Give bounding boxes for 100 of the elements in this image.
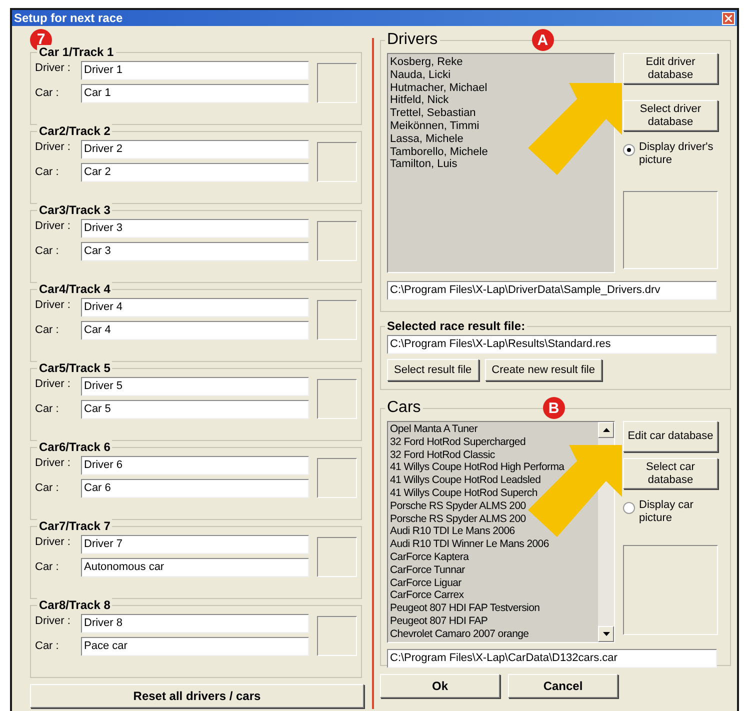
radio-button[interactable] bbox=[623, 502, 635, 514]
annotation-badge: B bbox=[542, 397, 565, 419]
button[interactable]: Reset all drivers / cars bbox=[30, 684, 364, 708]
text-field[interactable]: Car 3 bbox=[81, 242, 309, 261]
text-field[interactable]: Driver 8 bbox=[81, 614, 309, 633]
button[interactable]: Cancel bbox=[508, 674, 618, 698]
list-item[interactable]: 32 Ford HotRod Supercharged bbox=[390, 436, 526, 449]
picture-frame bbox=[317, 458, 357, 498]
field-label: Car : bbox=[35, 402, 60, 416]
text-field[interactable]: C:\Program Files\X-Lap\CarData\D132cars.car bbox=[387, 649, 717, 668]
list-item[interactable]: 41 Willys Coupe HotRod Leadsled bbox=[390, 474, 541, 487]
text-field[interactable]: Driver 3 bbox=[81, 219, 309, 238]
list-item[interactable]: Hitfeld, Nick bbox=[390, 94, 449, 108]
text-field[interactable]: C:\Program Files\X-Lap\DriverData\Sample_Drivers.drv bbox=[387, 281, 717, 300]
field-label: Driver : bbox=[35, 377, 72, 391]
field-label: Driver : bbox=[35, 614, 72, 628]
list-item[interactable]: Kosberg, Reke bbox=[390, 56, 463, 69]
field-label: Driver : bbox=[35, 219, 72, 233]
field-label: Car : bbox=[35, 323, 60, 337]
group-title: Car3/Track 3 bbox=[37, 203, 112, 217]
text-field[interactable]: Driver 4 bbox=[81, 298, 309, 317]
text-field[interactable]: Pace car bbox=[81, 637, 309, 656]
text-field[interactable]: Driver 2 bbox=[81, 140, 309, 159]
text-field[interactable]: Autonomous car bbox=[81, 558, 309, 577]
group-title: Car4/Track 4 bbox=[37, 282, 112, 296]
field-label: Driver : bbox=[35, 140, 72, 154]
list-item[interactable]: 41 Willys Coupe HotRod High Performa bbox=[390, 461, 564, 474]
field-label: Driver : bbox=[35, 61, 72, 75]
text-field[interactable]: Car 6 bbox=[81, 479, 309, 498]
window-title: Setup for next race bbox=[14, 11, 123, 25]
list-item[interactable]: 32 Ford HotRod Classic bbox=[390, 448, 495, 462]
list-item[interactable]: Audi R10 TDI Winner Le Mans 2006 bbox=[390, 538, 549, 551]
text-field[interactable]: Car 1 bbox=[81, 84, 309, 103]
car-list[interactable] bbox=[387, 421, 615, 643]
picture-frame bbox=[317, 142, 357, 182]
radio-button[interactable] bbox=[623, 144, 635, 156]
field-label: Car : bbox=[35, 560, 60, 574]
field-label: Driver : bbox=[35, 298, 72, 312]
scroll-down-icon[interactable] bbox=[598, 626, 614, 642]
picture-frame bbox=[317, 616, 357, 656]
field-label: Car : bbox=[35, 86, 60, 100]
radio-label: Display car picture bbox=[639, 499, 694, 525]
picture-frame bbox=[317, 379, 357, 419]
list-item[interactable]: Chevrolet Camaro 2007 orange bbox=[390, 628, 529, 641]
list-item[interactable]: 41 Willys Coupe HotRod Superch bbox=[390, 486, 538, 500]
scroll-up-icon[interactable] bbox=[598, 422, 614, 438]
picture-frame bbox=[317, 63, 357, 103]
list-item[interactable]: Peugeot 807 HDI FAP Testversion bbox=[390, 602, 540, 615]
group-title: Car6/Track 6 bbox=[37, 440, 112, 454]
group-title: Car8/Track 8 bbox=[37, 598, 112, 612]
button[interactable]: Select car database bbox=[623, 458, 718, 489]
button[interactable]: Edit driver database bbox=[623, 53, 718, 84]
text-field[interactable]: Car 4 bbox=[81, 321, 309, 340]
arrow-icon bbox=[528, 83, 622, 175]
radio-label: Display driver's picture bbox=[639, 141, 714, 167]
button[interactable]: Select result file bbox=[387, 359, 479, 381]
list-item[interactable]: Meikönnen, Timmi bbox=[390, 120, 480, 133]
text-field[interactable]: C:\Program Files\X-Lap\Results\Standard.res bbox=[387, 335, 717, 354]
list-item[interactable]: Nauda, Licki bbox=[390, 68, 451, 82]
picture-frame bbox=[317, 300, 357, 340]
picture-frame bbox=[317, 537, 357, 577]
list-item[interactable]: CarForce Kaptera bbox=[390, 550, 469, 564]
text-field[interactable]: Driver 7 bbox=[81, 535, 309, 554]
list-item[interactable]: CarForce Tunnar bbox=[390, 564, 465, 577]
field-label: Car : bbox=[35, 244, 60, 258]
text-field[interactable]: Driver 5 bbox=[81, 377, 309, 396]
driver-list[interactable]: Kosberg, Reke Nauda, Licki Hutmacher, Michael Hitfeld, Nick Trettel, Sebastian Meikönnen, Timmi Lassa, Michele Tamborello, Michele Tamilton, Luis bbox=[387, 53, 615, 273]
button[interactable]: Select driver database bbox=[623, 100, 718, 131]
group-title: Car7/Track 7 bbox=[37, 519, 112, 533]
group-title: Car2/Track 2 bbox=[37, 124, 112, 138]
field-label: Driver : bbox=[35, 456, 72, 470]
list-item[interactable]: CarForce Liguar bbox=[390, 576, 462, 590]
field-label: Driver : bbox=[35, 535, 72, 549]
field-label: Car : bbox=[35, 481, 60, 495]
button[interactable]: Edit car database bbox=[623, 421, 718, 452]
field-label: Car : bbox=[35, 639, 60, 653]
list-item[interactable]: Porsche RS Spyder ALMS 200 bbox=[390, 512, 526, 526]
button[interactable]: Create new result file bbox=[484, 359, 602, 381]
list-item[interactable]: Tamilton, Luis bbox=[390, 158, 458, 172]
group-title: Car5/Track 5 bbox=[37, 361, 112, 375]
text-field[interactable]: Car 5 bbox=[81, 400, 309, 419]
close-icon[interactable] bbox=[722, 12, 735, 24]
group-title: Car 1/Track 1 bbox=[37, 45, 116, 59]
list-item[interactable]: Hutmacher, Michael bbox=[390, 82, 488, 94]
list-item[interactable]: Lassa, Michele bbox=[390, 132, 464, 146]
text-field[interactable]: Driver 6 bbox=[81, 456, 309, 475]
text-field[interactable]: Driver 1 bbox=[81, 61, 309, 80]
text-field[interactable]: Car 2 bbox=[81, 163, 309, 182]
list-item[interactable]: Trettel, Sebastian bbox=[390, 107, 476, 120]
picture-frame bbox=[317, 221, 357, 261]
annotation-badge: A bbox=[532, 29, 554, 51]
list-item[interactable]: Peugeot 807 HDI FAP bbox=[390, 614, 488, 628]
group-title: Selected race result file: bbox=[385, 319, 528, 333]
list-item[interactable]: Opel Manta A Tuner bbox=[390, 423, 478, 436]
list-item[interactable]: Audi R10 TDI Le Mans 2006 bbox=[390, 525, 515, 538]
list-item[interactable]: Tamborello, Michele bbox=[390, 146, 488, 158]
list-item[interactable]: Porsche RS Spyder ALMS 200 bbox=[390, 500, 526, 513]
field-label: Car : bbox=[35, 165, 60, 179]
list-item[interactable]: CarForce Carrex bbox=[390, 589, 464, 602]
button[interactable]: Ok bbox=[380, 674, 500, 698]
